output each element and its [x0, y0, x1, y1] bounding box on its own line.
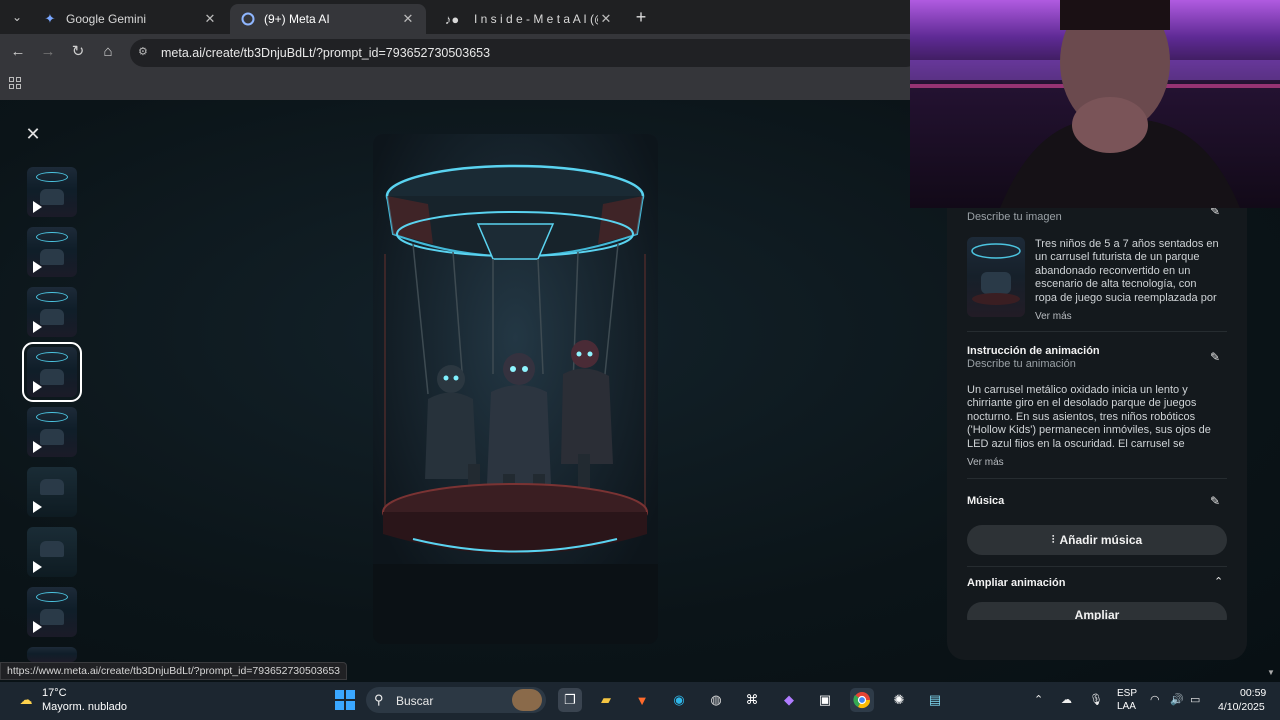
back-icon[interactable]: ← — [8, 42, 28, 62]
weather-temperature[interactable]: 17°C — [42, 687, 67, 699]
add-music-button[interactable]: ⫶ Añadir música — [967, 525, 1227, 555]
apps-grid-icon[interactable] — [9, 77, 23, 91]
scroll-down-arrow-icon[interactable]: ▼ — [1267, 668, 1277, 678]
play-icon — [33, 561, 42, 573]
divider — [967, 478, 1227, 479]
chrome-icon[interactable] — [850, 688, 874, 712]
divider — [967, 566, 1227, 567]
video-thumbnail[interactable] — [27, 227, 77, 277]
file-explorer-icon[interactable]: ▰ — [594, 688, 618, 712]
search-icon: ⚲ — [374, 692, 384, 707]
tab-google-gemini[interactable]: ✦ Google Gemini ✕ — [32, 4, 228, 34]
image-thumbnail[interactable] — [967, 237, 1025, 317]
status-bar-url: https://www.meta.ai/create/tb3DnjuBdLt/?… — [0, 662, 348, 680]
copilot-icon[interactable]: ◆ — [777, 688, 801, 712]
video-thumbnail[interactable] — [27, 587, 77, 637]
expand-button-label: Ampliar — [1074, 608, 1120, 620]
add-music-label: Añadir música — [1059, 533, 1143, 547]
video-thumbnail[interactable] — [27, 287, 77, 337]
play-icon — [33, 201, 42, 213]
chevron-up-icon[interactable]: ⌃ — [1214, 576, 1226, 588]
generated-video[interactable] — [373, 134, 658, 644]
webcam-overlay — [910, 0, 1280, 208]
tiktok-icon: ♪● — [444, 11, 460, 27]
audio-wave-icon: ⫶ — [1051, 533, 1055, 546]
play-icon — [33, 621, 42, 633]
play-icon — [33, 441, 42, 453]
animation-prompt-title: Instrucción de animación — [967, 345, 1100, 357]
brave-browser-icon[interactable]: ▼ — [630, 688, 654, 712]
weather-description[interactable]: Mayorm. nublado — [42, 701, 127, 713]
animation-prompt-text: Un carrusel metálico oxidado inicia un l… — [967, 384, 1211, 448]
tab-tiktok[interactable]: ♪● I n s i d e - M e t a A I (@asi ✕ — [428, 4, 624, 34]
music-title: Música — [967, 495, 1005, 507]
new-tab-button[interactable]: + — [630, 6, 652, 28]
webcam-person-image — [910, 0, 1280, 208]
close-tab-icon[interactable]: ✕ — [202, 11, 218, 27]
play-icon — [33, 321, 42, 333]
windows-start-icon[interactable] — [333, 688, 357, 712]
divider — [967, 331, 1227, 332]
task-view-icon[interactable]: ❐ — [558, 688, 582, 712]
animation-prompt-subtitle: Describe tu animación — [967, 358, 1076, 370]
forward-icon[interactable]: → — [38, 42, 58, 62]
carousel-thumbnail-art — [971, 243, 1021, 305]
clock-date[interactable]: 4/10/2025 — [1218, 701, 1265, 713]
chevron-up-icon[interactable]: ⌃ — [1034, 693, 1043, 706]
video-thumbnail[interactable] — [27, 647, 77, 662]
meta-ai-icon — [240, 11, 256, 27]
wifi-icon[interactable]: ◠ — [1150, 693, 1160, 706]
expand-animation-title: Ampliar animación — [967, 577, 1066, 589]
onedrive-icon[interactable]: ☁ — [1061, 693, 1072, 706]
close-tab-icon[interactable]: ✕ — [400, 11, 416, 27]
keyboard-layout-indicator[interactable]: LAA — [1117, 701, 1136, 712]
video-thumbnail[interactable] — [27, 527, 77, 577]
notepad-icon[interactable]: ▤ — [923, 688, 947, 712]
home-icon[interactable]: ⌂ — [98, 42, 118, 62]
play-icon — [33, 261, 42, 273]
tab-title: I n s i d e - M e t a A I (@asi — [474, 12, 598, 26]
reload-icon[interactable]: ↻ — [68, 42, 88, 62]
tab-title: (9+) Meta AI — [264, 12, 330, 26]
image-prompt-text: Tres niños de 5 a 7 años sentados en un … — [1035, 238, 1219, 304]
language-indicator[interactable]: ESP — [1117, 688, 1137, 699]
close-tab-icon[interactable]: ✕ — [598, 11, 614, 27]
tab-title: Google Gemini — [66, 12, 147, 26]
volume-icon[interactable]: 🔊 — [1170, 693, 1184, 706]
expand-button-clip: Ampliar — [967, 602, 1227, 620]
chatgpt-icon[interactable]: ✺ — [887, 688, 911, 712]
play-icon — [33, 501, 42, 513]
video-thumbnail[interactable] — [27, 167, 77, 217]
expand-button[interactable]: Ampliar — [967, 602, 1227, 620]
capcut-icon[interactable]: ⌘ — [740, 688, 764, 712]
battery-icon[interactable]: ▭ — [1190, 693, 1200, 706]
tab-search-icon[interactable]: ⌄ — [6, 7, 28, 27]
carousel-artwork — [373, 134, 658, 644]
edit-pencil-icon[interactable]: ✎ — [1210, 495, 1222, 507]
store-icon[interactable]: ▣ — [813, 688, 837, 712]
video-thumbnail[interactable] — [27, 407, 77, 457]
play-icon — [33, 381, 42, 393]
clock-time[interactable]: 00:59 — [1240, 687, 1266, 699]
close-icon[interactable]: ✕ — [22, 123, 44, 145]
edge-browser-icon[interactable]: ◉ — [667, 688, 691, 712]
github-icon[interactable]: ◍ — [704, 688, 728, 712]
taskbar-search-label: Buscar — [396, 694, 434, 708]
image-see-more-link[interactable]: Ver más — [1035, 311, 1072, 322]
animation-see-more-link[interactable]: Ver más — [967, 457, 1004, 468]
search-highlight-icon — [512, 689, 542, 711]
video-thumbnail-selected[interactable] — [22, 342, 82, 402]
video-thumbnail[interactable] — [27, 467, 77, 517]
weather-icon[interactable]: ☁ — [14, 688, 38, 712]
url-text[interactable]: meta.ai/create/tb3DnjuBdLt/?prompt_id=79… — [161, 46, 490, 60]
gemini-icon: ✦ — [44, 11, 56, 26]
image-prompt-subtitle: Describe tu imagen — [967, 211, 1062, 223]
tab-meta-ai[interactable]: (9+) Meta AI ✕ — [230, 4, 426, 34]
site-info-icon[interactable]: ⚙ — [138, 45, 152, 59]
edit-pencil-icon[interactable]: ✎ — [1210, 351, 1222, 363]
microphone-icon[interactable]: 🎙 — [1089, 693, 1103, 706]
